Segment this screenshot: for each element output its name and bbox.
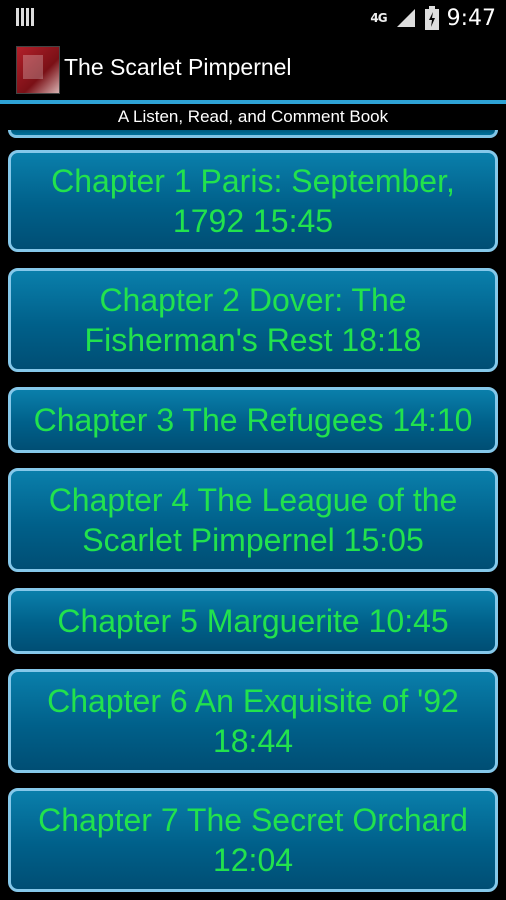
chapter-list[interactable]: Chapter 1 Paris: September, 1792 15:45 C… <box>0 130 506 900</box>
chapter-5-button[interactable]: Chapter 5 Marguerite 10:45 <box>8 588 498 654</box>
chapter-3-button[interactable]: Chapter 3 The Refugees 14:10 <box>8 387 498 453</box>
signal-icon <box>396 9 415 27</box>
chapter-7-button[interactable]: Chapter 7 The Secret Orchard 12:04 <box>8 788 498 892</box>
clock: 9:47 <box>446 5 496 31</box>
chapter-4-button[interactable]: Chapter 4 The League of the Scarlet Pimp… <box>8 468 498 572</box>
chapter-2-button[interactable]: Chapter 2 Dover: The Fisherman's Rest 18… <box>8 268 498 372</box>
book-cover-icon[interactable] <box>16 46 60 94</box>
network-type-label: 4G <box>370 11 387 25</box>
battery-icon <box>424 6 439 30</box>
app-bar: The Scarlet Pimpernel <box>0 36 506 100</box>
status-icons: 4G 9:47 <box>370 4 496 32</box>
status-bar: 4G 9:47 <box>0 0 506 36</box>
list-item-partial[interactable] <box>8 130 498 138</box>
app-title: The Scarlet Pimpernel <box>64 54 292 80</box>
chapter-6-button[interactable]: Chapter 6 An Exquisite of '92 18:44 <box>8 669 498 773</box>
sim-card-icon <box>16 8 36 28</box>
chapter-1-button[interactable]: Chapter 1 Paris: September, 1792 15:45 <box>8 150 498 252</box>
book-subtitle: A Listen, Read, and Comment Book <box>117 107 389 126</box>
